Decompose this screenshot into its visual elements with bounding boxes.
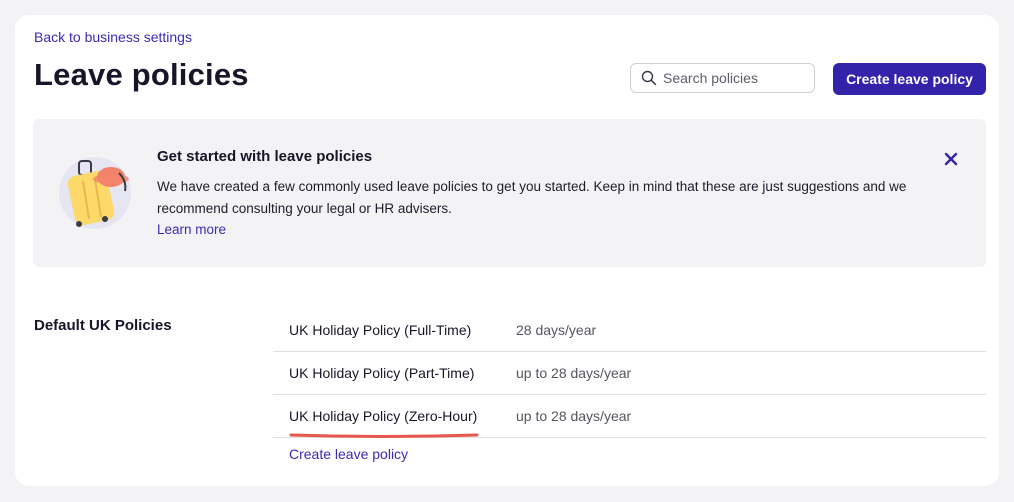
- page-card: Back to business settings Leave policies…: [15, 15, 999, 486]
- policy-name: UK Holiday Policy (Full-Time): [289, 322, 472, 338]
- banner-description: We have created a few commonly used leav…: [157, 179, 907, 216]
- create-leave-policy-button[interactable]: Create leave policy: [833, 63, 986, 95]
- policy-row[interactable]: UK Holiday Policy (Zero-Hour) up to 28 d…: [273, 395, 986, 438]
- back-to-business-settings-link[interactable]: Back to business settings: [34, 29, 192, 45]
- policy-name: UK Holiday Policy (Part-Time): [289, 365, 475, 381]
- policy-row[interactable]: UK Holiday Policy (Part-Time) up to 28 d…: [273, 352, 986, 395]
- learn-more-link[interactable]: Learn more: [157, 222, 226, 237]
- policy-name: UK Holiday Policy (Zero-Hour): [289, 408, 478, 424]
- banner-title: Get started with leave policies: [157, 148, 373, 165]
- get-started-banner: Get started with leave policies We have …: [33, 119, 986, 267]
- suitcase-illustration: [57, 151, 137, 231]
- search-box[interactable]: [630, 63, 815, 93]
- annotation-underline: [289, 433, 479, 438]
- section-title: Default UK Policies: [34, 317, 172, 334]
- policy-days: up to 28 days/year: [516, 365, 632, 381]
- search-icon: [641, 70, 657, 86]
- close-icon[interactable]: [941, 149, 961, 169]
- policy-days: 28 days/year: [516, 322, 597, 338]
- create-leave-policy-link[interactable]: Create leave policy: [289, 446, 408, 462]
- search-input[interactable]: [663, 70, 808, 86]
- policy-list: UK Holiday Policy (Full-Time) 28 days/ye…: [273, 309, 986, 438]
- policy-row[interactable]: UK Holiday Policy (Full-Time) 28 days/ye…: [273, 309, 986, 352]
- page-title: Leave policies: [34, 57, 249, 92]
- policy-days: up to 28 days/year: [516, 408, 632, 424]
